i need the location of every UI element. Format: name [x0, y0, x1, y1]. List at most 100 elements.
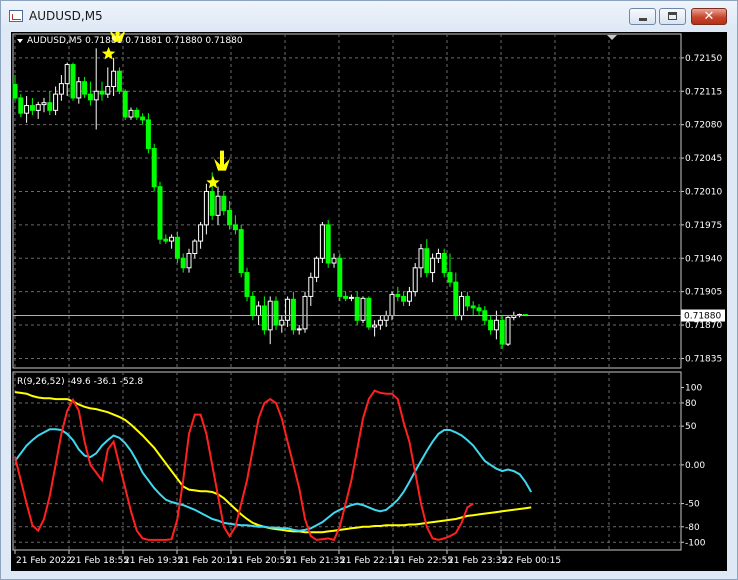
candle-body[interactable]: [261, 305, 267, 331]
candle-body[interactable]: [180, 257, 186, 269]
candle-body[interactable]: [343, 295, 349, 299]
candle-body[interactable]: [82, 81, 88, 95]
chart-canvas[interactable]: 0.72150 0.72115 0.72080 0.72045 0.72010 0.719…: [11, 32, 727, 571]
candle-body[interactable]: [366, 297, 372, 328]
candle-body[interactable]: [372, 324, 378, 328]
candle-body[interactable]: [24, 105, 30, 114]
candle-body[interactable]: [151, 148, 157, 188]
candle-body[interactable]: [53, 93, 59, 111]
candle-body[interactable]: [198, 224, 204, 242]
candle-body[interactable]: [140, 116, 146, 121]
chart-svg[interactable]: 0.72150 0.72115 0.72080 0.72045 0.72010 0.719…: [11, 32, 727, 571]
candle-body[interactable]: [337, 257, 343, 297]
candle-body[interactable]: [169, 236, 175, 242]
price-axis-label: 0.71940: [685, 254, 722, 264]
candle-body[interactable]: [435, 252, 441, 259]
candle-body[interactable]: [116, 70, 122, 92]
candle-body[interactable]: [203, 190, 209, 226]
candle-body[interactable]: [279, 319, 285, 326]
candle-body[interactable]: [87, 93, 93, 101]
candle-body[interactable]: [244, 272, 250, 297]
candle-body[interactable]: [412, 267, 418, 293]
candle-body[interactable]: [505, 316, 511, 345]
indicator-axis-label: -100: [685, 538, 706, 548]
candle-body[interactable]: [470, 305, 476, 309]
candle-body[interactable]: [157, 186, 163, 240]
candle-body[interactable]: [238, 229, 244, 274]
candle-body[interactable]: [441, 252, 447, 274]
indicator-axis-label: -80: [685, 523, 700, 533]
candle-body[interactable]: [430, 257, 436, 274]
title-bar[interactable]: AUDUSD,M5 ✕: [1, 1, 737, 31]
candle-body[interactable]: [424, 248, 430, 274]
candle-body[interactable]: [296, 328, 302, 331]
candle-body[interactable]: [389, 294, 395, 317]
chart-app-icon: [9, 10, 23, 22]
candle-body[interactable]: [18, 97, 24, 114]
indicator-line-slow: [14, 391, 532, 534]
candle-body[interactable]: [488, 319, 494, 331]
candle-body[interactable]: [227, 210, 233, 226]
candle-body[interactable]: [401, 295, 407, 302]
candle-body[interactable]: [250, 295, 256, 317]
candle-body[interactable]: [174, 236, 180, 259]
candle-body[interactable]: [35, 104, 41, 111]
candle-body[interactable]: [395, 294, 401, 297]
candle-body[interactable]: [12, 84, 18, 99]
candle-body[interactable]: [93, 90, 99, 101]
candle-body[interactable]: [215, 195, 221, 216]
candle-body[interactable]: [232, 224, 238, 231]
candle-body[interactable]: [464, 295, 470, 307]
candle-body[interactable]: [499, 319, 505, 345]
indicator-axis-label: 0.00: [685, 461, 705, 471]
candle-body[interactable]: [221, 195, 227, 212]
candle-body[interactable]: [99, 90, 105, 95]
candle-body[interactable]: [459, 295, 465, 317]
candle-body[interactable]: [186, 252, 192, 269]
candle-body[interactable]: [128, 109, 134, 118]
candle-body[interactable]: [273, 300, 279, 326]
candle-body[interactable]: [111, 70, 117, 87]
candle-body[interactable]: [453, 281, 459, 317]
candle-body[interactable]: [302, 295, 308, 330]
candle-body[interactable]: [256, 305, 262, 317]
candle-body[interactable]: [58, 83, 64, 95]
candle-body[interactable]: [308, 276, 314, 297]
candle-body[interactable]: [105, 85, 111, 95]
candle-body[interactable]: [122, 90, 128, 118]
candle-body[interactable]: [285, 298, 291, 321]
maximize-button[interactable]: [659, 8, 686, 25]
candle-body[interactable]: [47, 102, 53, 111]
candle-body[interactable]: [76, 81, 82, 99]
panel-menu-triangle-icon[interactable]: [17, 39, 23, 43]
price-axis-label: 0.72045: [685, 154, 722, 164]
candle-body[interactable]: [64, 64, 70, 85]
candle-body[interactable]: [209, 190, 215, 216]
candle-body[interactable]: [145, 119, 151, 150]
candle-body[interactable]: [476, 307, 482, 312]
shift-marker-icon[interactable]: [607, 35, 617, 40]
minimize-button[interactable]: [629, 8, 656, 25]
candle-body[interactable]: [325, 224, 331, 264]
candle-body[interactable]: [70, 64, 76, 99]
candle-body[interactable]: [163, 238, 169, 242]
candle-body[interactable]: [406, 291, 412, 302]
candle-body[interactable]: [314, 257, 320, 278]
candle-body[interactable]: [383, 315, 389, 321]
candle-body[interactable]: [354, 296, 360, 321]
candle-body[interactable]: [418, 248, 424, 269]
candle-body[interactable]: [192, 240, 198, 254]
candle-body[interactable]: [360, 297, 366, 321]
candle-body[interactable]: [331, 257, 337, 264]
candle-body[interactable]: [290, 298, 296, 331]
candle-body[interactable]: [29, 105, 35, 111]
close-button[interactable]: ✕: [691, 8, 727, 25]
candle-body[interactable]: [447, 272, 453, 283]
candle-body[interactable]: [348, 296, 354, 299]
candle-body[interactable]: [377, 319, 383, 326]
candle-body[interactable]: [134, 109, 140, 118]
candle-body[interactable]: [493, 319, 499, 331]
candle-body[interactable]: [319, 224, 325, 259]
current-price-label: 0.71880: [684, 312, 721, 322]
candle-body[interactable]: [41, 102, 47, 106]
